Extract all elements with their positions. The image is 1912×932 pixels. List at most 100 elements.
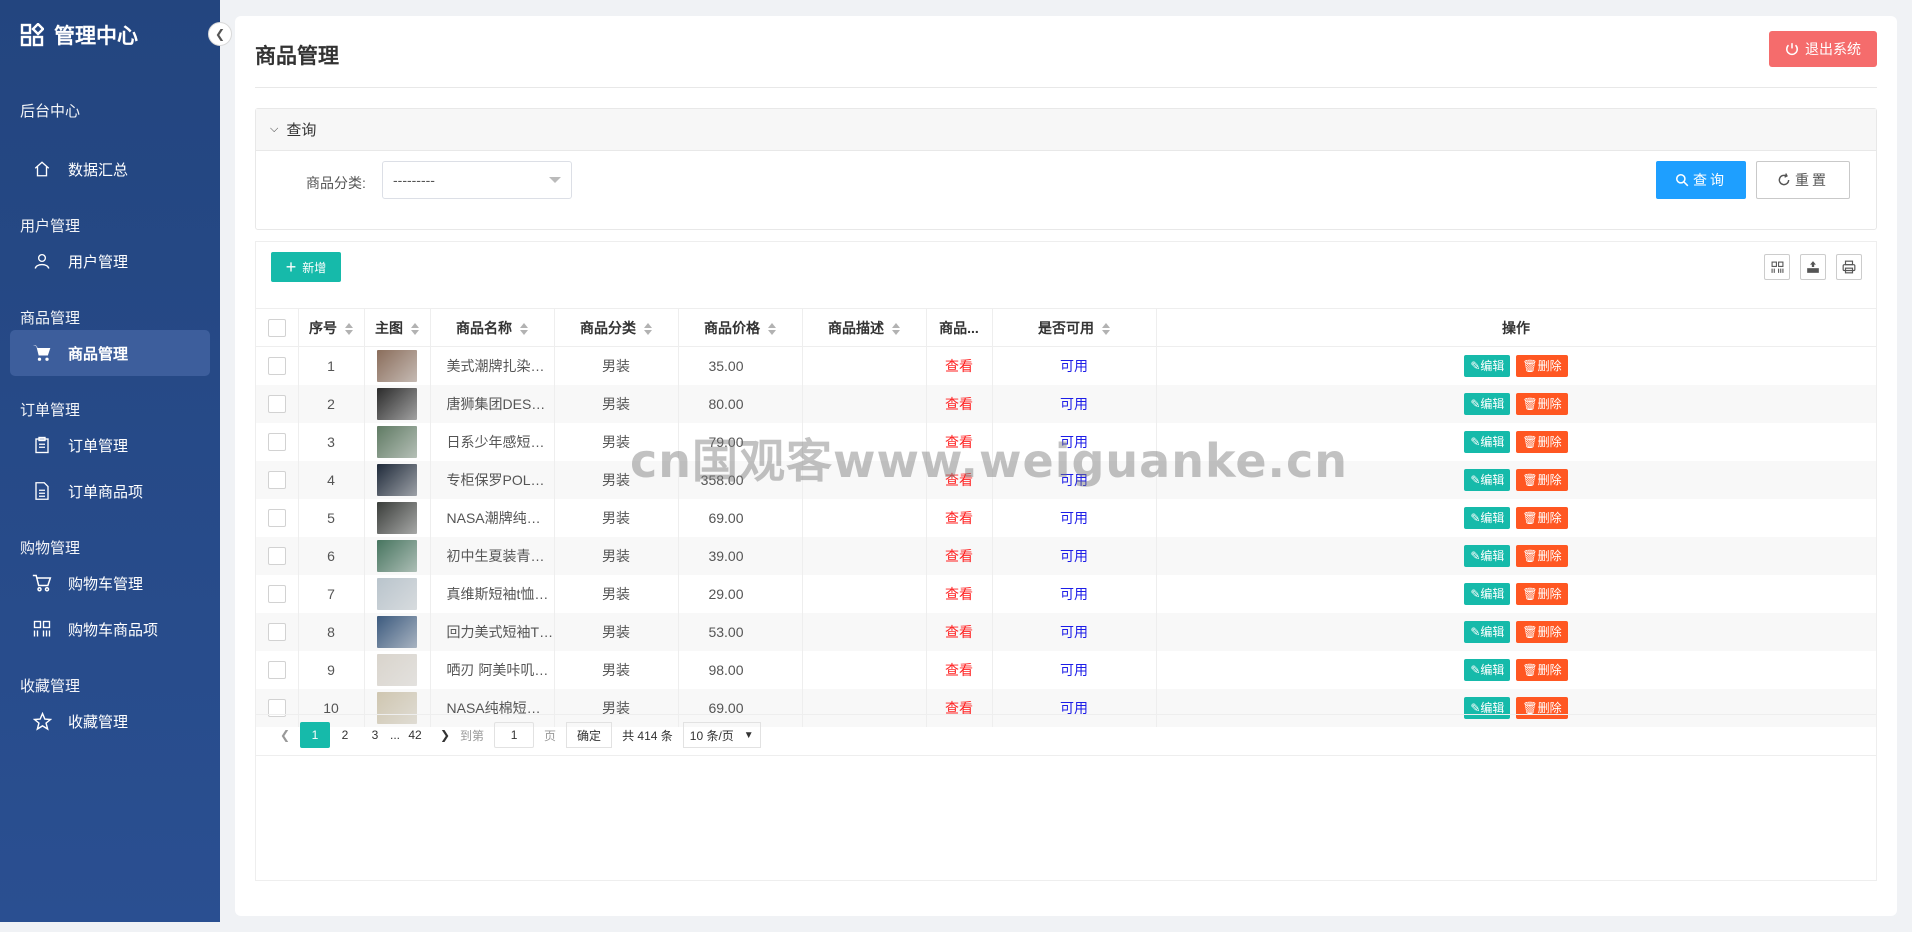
column-header-description[interactable]: 商品描述 [802, 308, 927, 347]
product-thumbnail[interactable] [377, 463, 417, 496]
columns-filter-button[interactable] [1764, 254, 1790, 280]
sidebar-item-data-summary[interactable]: 数据汇总 [10, 146, 210, 192]
product-thumbnail[interactable] [377, 349, 417, 382]
product-thumbnail[interactable] [377, 577, 417, 610]
page-size-select[interactable]: 10 条/页 ▼ [682, 722, 761, 748]
edit-button[interactable]: ✎ 编辑 [1464, 430, 1511, 453]
edit-button[interactable]: ✎ 编辑 [1464, 392, 1511, 415]
goto-confirm-button[interactable]: 确定 [566, 722, 613, 748]
row-checkbox[interactable] [267, 356, 286, 375]
page-size-value: 10 条/页 [689, 728, 734, 743]
view-link[interactable]: 查看 [945, 662, 973, 678]
column-header-price[interactable]: 商品价格 [678, 308, 803, 347]
product-thumbnail[interactable] [377, 387, 417, 420]
view-link[interactable]: 查看 [945, 586, 973, 602]
next-page-button[interactable]: ❯ [430, 722, 460, 748]
cell-name: NASA潮牌纯棉短袖t恤男 [430, 498, 555, 537]
sidebar-item-product-management[interactable]: 商品管理 [10, 330, 210, 376]
product-thumbnail[interactable] [377, 539, 417, 572]
trash-icon: 🗑 [1522, 358, 1538, 373]
row-checkbox[interactable] [267, 394, 286, 413]
view-link[interactable]: 查看 [945, 358, 973, 374]
table-row: 8回力美式短袖T恤男男装53.00查看可用✎编辑🗑删除 [256, 612, 1877, 651]
page-button[interactable]: 42 [400, 722, 430, 748]
sidebar-item-cart-management[interactable]: 购物车管理 [10, 560, 210, 606]
column-header-no[interactable]: 序号 [298, 308, 365, 347]
sort-icon[interactable] [345, 322, 353, 335]
cell-price: 39.00 [678, 536, 803, 575]
export-button[interactable] [1800, 254, 1826, 280]
logout-button[interactable]: 退出系统 [1769, 30, 1877, 67]
row-checkbox[interactable] [267, 508, 286, 527]
product-thumbnail[interactable] [377, 653, 417, 686]
edit-button[interactable]: ✎ 编辑 [1464, 468, 1511, 491]
row-checkbox[interactable] [267, 622, 286, 641]
edit-button[interactable]: ✎ 编辑 [1464, 620, 1511, 643]
delete-button[interactable]: 🗑 删除 [1516, 468, 1568, 491]
edit-button[interactable]: ✎ 编辑 [1464, 506, 1511, 529]
category-select[interactable]: --------- [382, 161, 572, 199]
product-thumbnail[interactable] [377, 615, 417, 648]
edit-button[interactable]: ✎ 编辑 [1464, 354, 1511, 377]
edit-button[interactable]: ✎ 编辑 [1464, 582, 1511, 605]
add-button[interactable]: + 新增 [271, 252, 341, 282]
query-button[interactable]: 查询 [1656, 161, 1746, 199]
page-button[interactable]: 2 [330, 722, 360, 748]
query-panel-header[interactable]: ⌵ 查询 [256, 109, 1876, 151]
sidebar-collapse-button[interactable]: ❮ [208, 22, 232, 46]
delete-button[interactable]: 🗑 删除 [1516, 544, 1568, 567]
delete-button[interactable]: 🗑 删除 [1516, 506, 1568, 529]
row-checkbox[interactable] [267, 546, 286, 565]
home-icon [32, 159, 52, 179]
column-header-available[interactable]: 是否可用 [992, 308, 1157, 347]
chevron-down-icon: ⌵ [270, 123, 279, 135]
chevron-down-icon: ▼ [743, 729, 754, 741]
edit-label: 编辑 [1480, 663, 1505, 677]
delete-button[interactable]: 🗑 删除 [1516, 620, 1568, 643]
sort-icon[interactable] [892, 322, 900, 335]
column-header-image[interactable]: 主图 [364, 308, 431, 347]
sidebar-item-user-management[interactable]: 用户管理 [10, 238, 210, 284]
sort-icon[interactable] [768, 322, 776, 335]
page-button[interactable]: 1 [300, 722, 330, 748]
view-link[interactable]: 查看 [945, 510, 973, 526]
edit-button[interactable]: ✎ 编辑 [1464, 544, 1511, 567]
sidebar-item-order-management[interactable]: 订单管理 [10, 422, 210, 468]
sort-icon[interactable] [1102, 322, 1110, 335]
reset-button[interactable]: 重置 [1756, 161, 1850, 199]
page-button[interactable]: 3 [360, 722, 390, 748]
view-link[interactable]: 查看 [945, 624, 973, 640]
row-checkbox[interactable] [267, 584, 286, 603]
print-button[interactable] [1836, 254, 1862, 280]
cell-image [364, 650, 431, 689]
row-checkbox[interactable] [267, 660, 286, 679]
edit-icon: ✎ [1470, 700, 1481, 715]
view-link[interactable]: 查看 [945, 396, 973, 412]
cell-price: 80.00 [678, 384, 803, 423]
sort-icon[interactable] [644, 322, 652, 335]
delete-button[interactable]: 🗑 删除 [1516, 392, 1568, 415]
prev-page-button[interactable]: ❮ [270, 722, 300, 748]
edit-button[interactable]: ✎ 编辑 [1464, 658, 1511, 681]
view-link[interactable]: 查看 [945, 548, 973, 564]
delete-button[interactable]: 🗑 删除 [1516, 582, 1568, 605]
goto-page-input[interactable]: 1 [494, 722, 535, 748]
delete-button[interactable]: 🗑 删除 [1516, 430, 1568, 453]
delete-button[interactable]: 🗑 删除 [1516, 354, 1568, 377]
product-thumbnail[interactable] [377, 425, 417, 458]
select-all-checkbox[interactable] [267, 318, 286, 337]
query-button-label: 查询 [1693, 172, 1727, 188]
sort-icon[interactable] [520, 322, 528, 335]
sidebar-item-order-items[interactable]: 订单商品项 [10, 468, 210, 514]
row-checkbox[interactable] [267, 470, 286, 489]
delete-button[interactable]: 🗑 删除 [1516, 658, 1568, 681]
sidebar-item-favorites[interactable]: 收藏管理 [10, 698, 210, 744]
sort-icon[interactable] [411, 322, 419, 335]
cell-detail: 查看 [926, 536, 993, 575]
sidebar-logo[interactable]: 管理中心 [0, 0, 220, 70]
column-header-category[interactable]: 商品分类 [554, 308, 679, 347]
sidebar-item-cart-items[interactable]: 购物车商品项 [10, 606, 210, 652]
column-header-name[interactable]: 商品名称 [430, 308, 555, 347]
product-thumbnail[interactable] [377, 501, 417, 534]
row-checkbox[interactable] [267, 432, 286, 451]
